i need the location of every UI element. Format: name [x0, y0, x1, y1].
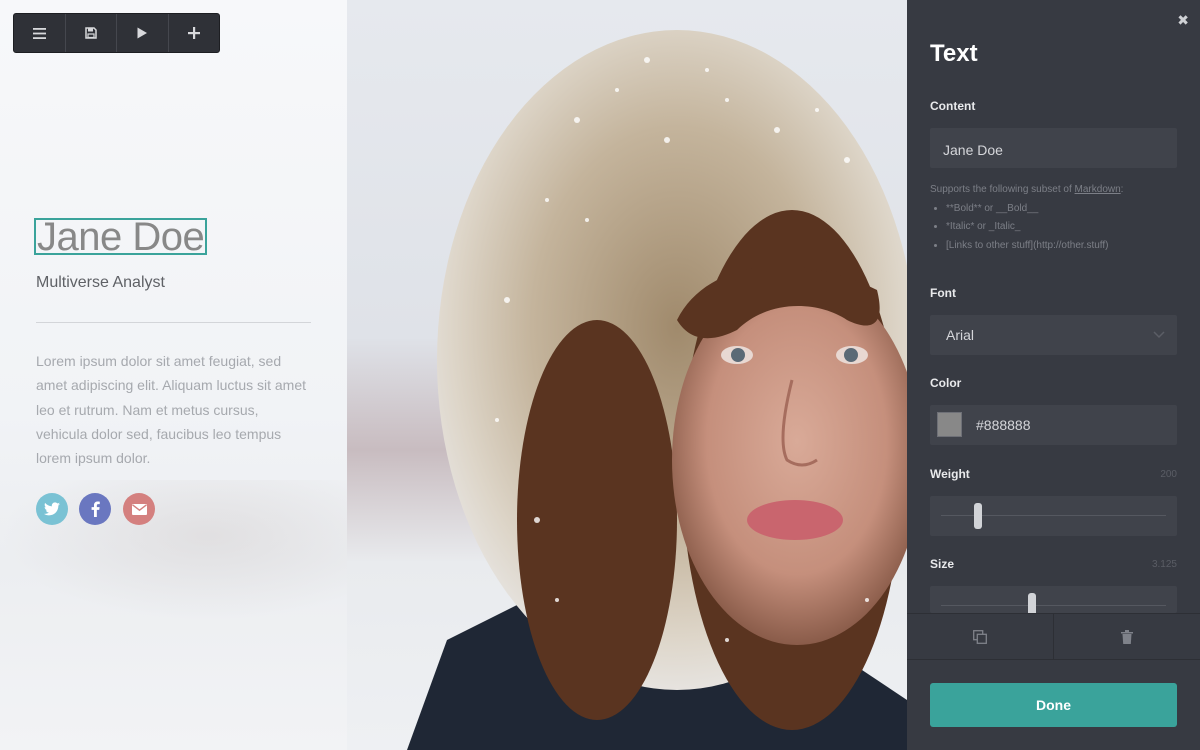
font-label: Font: [930, 286, 956, 300]
color-value: #888888: [976, 417, 1031, 433]
profile-name[interactable]: Jane Doe: [34, 217, 208, 257]
menu-icon: [32, 27, 46, 39]
preview-button[interactable]: [117, 14, 169, 52]
facebook-button[interactable]: [79, 493, 111, 525]
font-select[interactable]: Arial: [930, 315, 1177, 355]
size-slider[interactable]: [930, 586, 1177, 613]
chevron-down-icon: [1153, 331, 1165, 339]
weight-label: Weight: [930, 467, 970, 481]
duplicate-button[interactable]: [907, 614, 1054, 659]
content-label: Content: [930, 99, 976, 113]
markdown-link[interactable]: Markdown: [1075, 184, 1121, 195]
weight-value: 200: [1160, 469, 1177, 480]
weight-slider-thumb[interactable]: [974, 503, 982, 529]
plus-icon: [187, 27, 200, 39]
help-colon: :: [1120, 184, 1124, 195]
twitter-icon: [44, 502, 60, 516]
help-item: **Bold** or __Bold__: [946, 200, 1180, 219]
email-button[interactable]: [123, 493, 155, 525]
profile-bio[interactable]: Lorem ipsum dolor sit amet feugiat, sed …: [36, 349, 311, 470]
divider: [36, 322, 311, 323]
save-button[interactable]: [66, 14, 117, 52]
profile-title[interactable]: Multiverse Analyst: [36, 274, 165, 292]
done-button[interactable]: Done: [930, 683, 1177, 727]
size-slider-thumb[interactable]: [1028, 593, 1036, 613]
color-label: Color: [930, 376, 962, 390]
play-icon: [137, 27, 148, 39]
markdown-help: Supports the following subset of Markdow…: [930, 181, 1180, 256]
font-select-value: Arial: [946, 327, 975, 343]
menu-button[interactable]: [14, 14, 66, 52]
properties-panel: ✖ Text Content Jane Doe Supports the fol…: [907, 0, 1200, 750]
help-intro: Supports the following subset of: [930, 184, 1075, 195]
twitter-button[interactable]: [36, 493, 68, 525]
copy-icon: [973, 629, 987, 644]
weight-slider[interactable]: [930, 496, 1177, 536]
size-value: 3.125: [1151, 559, 1177, 570]
content-input[interactable]: Jane Doe: [930, 128, 1177, 168]
hero-photo: [347, 0, 907, 750]
portrait-image: [347, 0, 907, 750]
content-input-value: Jane Doe: [943, 142, 1003, 158]
add-button[interactable]: [169, 14, 220, 52]
slider-track: [941, 605, 1166, 606]
panel-actions: [907, 613, 1200, 660]
facebook-icon: [91, 501, 100, 517]
panel-title: Text: [930, 40, 978, 67]
close-icon[interactable]: ✖: [1177, 12, 1189, 29]
save-icon: [85, 27, 97, 39]
color-field[interactable]: #888888: [930, 405, 1177, 445]
delete-button[interactable]: [1054, 614, 1200, 659]
help-item: [Links to other stuff](http://other.stuf…: [946, 237, 1180, 256]
editor-toolbar: [13, 13, 220, 53]
help-item: *Italic* or _Italic_: [946, 218, 1180, 237]
color-swatch[interactable]: [937, 412, 962, 437]
email-icon: [131, 503, 147, 515]
trash-icon: [1121, 629, 1133, 644]
size-label: Size: [930, 557, 955, 571]
